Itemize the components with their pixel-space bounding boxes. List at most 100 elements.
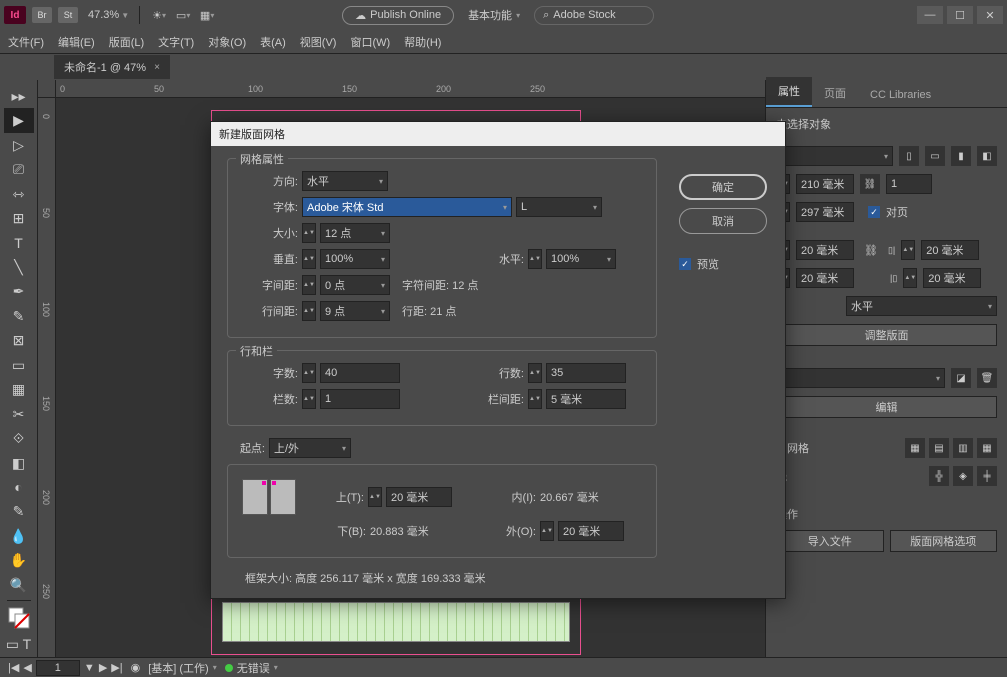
lines-field[interactable]: 35 — [546, 363, 626, 383]
formatting-container-icon[interactable]: ▭ T — [4, 633, 34, 657]
vertical-ruler[interactable]: 0 50 100 150 200 250 — [38, 98, 56, 657]
horz-spinner[interactable]: ▲▼ — [528, 249, 542, 269]
menu-type[interactable]: 文字(T) — [158, 34, 194, 50]
menu-edit[interactable]: 编辑(E) — [58, 34, 95, 50]
publish-online-button[interactable]: ☁Publish Online — [342, 6, 454, 25]
margin-outside-field[interactable]: 20 毫米 — [923, 268, 981, 288]
free-transform-tool[interactable]: ⟐ — [4, 426, 34, 450]
rectangle-frame-tool[interactable]: ⊠ — [4, 329, 34, 353]
close-tab-icon[interactable]: × — [154, 62, 160, 73]
direction-combo[interactable]: 水平▾ — [302, 171, 388, 191]
link-margins-icon[interactable]: ⛓ — [864, 244, 878, 257]
preflight-status[interactable]: 无错误▾ — [225, 660, 278, 676]
close-button[interactable]: ✕ — [977, 6, 1003, 24]
vert-spinner[interactable]: ▲▼ — [302, 249, 316, 269]
tab-pages[interactable]: 页面 — [812, 79, 858, 107]
page-icon-a[interactable]: ▮ — [951, 146, 971, 166]
grid-tool[interactable]: ▦ — [4, 377, 34, 401]
leading-combo[interactable]: 9 点▾ — [320, 301, 390, 321]
orientation-portrait-icon[interactable]: ▯ — [899, 146, 919, 166]
hand-tool[interactable]: ✋ — [4, 549, 34, 573]
menu-help[interactable]: 帮助(H) — [404, 34, 441, 50]
guide-icon-3[interactable]: ╪ — [977, 466, 997, 486]
type-tool[interactable]: T — [4, 231, 34, 255]
tab-properties[interactable]: 属性 — [766, 77, 812, 107]
object-style-combo[interactable]: ▾ — [776, 368, 945, 388]
top-spinner[interactable]: ▲▼ — [368, 487, 382, 507]
note-tool[interactable]: ✎ — [4, 500, 34, 524]
delete-style-icon[interactable]: 🗑 — [977, 368, 997, 388]
stock-search-input[interactable]: ⌕Adobe Stock — [534, 6, 654, 25]
font-weight-combo[interactable]: L▾ — [516, 197, 602, 217]
outside-field[interactable]: 20 毫米 — [558, 521, 624, 541]
font-family-combo[interactable]: Adobe 宋体 Std▾ — [302, 197, 512, 217]
content-collector-tool[interactable]: ⊞ — [4, 206, 34, 230]
fill-stroke-swatch[interactable] — [4, 602, 34, 632]
gutter-spinner[interactable]: ▲▼ — [528, 389, 542, 409]
direct-selection-tool[interactable]: ▷ — [4, 133, 34, 157]
maximize-button[interactable]: ☐ — [947, 6, 973, 24]
margin-top-field[interactable]: 20 毫米 — [796, 240, 854, 260]
menu-window[interactable]: 窗口(W) — [350, 34, 390, 50]
rectangle-tool[interactable]: ▭ — [4, 353, 34, 377]
menu-view[interactable]: 视图(V) — [300, 34, 337, 50]
gradient-feather-tool[interactable]: ◐ — [4, 475, 34, 499]
guide-icon-2[interactable]: ◈ — [953, 466, 973, 486]
grid-icon-2[interactable]: ▤ — [929, 438, 949, 458]
document-tab[interactable]: 未命名-1 @ 47%× — [54, 55, 170, 79]
menu-object[interactable]: 对象(O) — [208, 34, 246, 50]
line-tool[interactable]: ╲ — [4, 255, 34, 279]
orientation-landscape-icon[interactable]: ▭ — [925, 146, 945, 166]
margin-spinner-4[interactable]: ▲▼ — [903, 268, 917, 288]
expand-tools-icon[interactable]: ▸▸ — [4, 84, 34, 108]
gutter-field[interactable]: 5 毫米 — [546, 389, 626, 409]
direction-combo[interactable]: 水平▾ — [846, 296, 997, 316]
lines-spinner[interactable]: ▲▼ — [528, 363, 542, 383]
menu-layout[interactable]: 版面(L) — [109, 34, 144, 50]
new-style-icon[interactable]: ◪ — [951, 368, 971, 388]
minimize-button[interactable]: — — [917, 6, 943, 24]
vertical-scale-combo[interactable]: 100%▾ — [320, 249, 390, 269]
ok-button[interactable]: 确定 — [679, 174, 767, 200]
zoom-combo[interactable]: 47.3%▼ — [88, 9, 129, 21]
page-icon-b[interactable]: ◧ — [977, 146, 997, 166]
chars-field[interactable]: 40 — [320, 363, 400, 383]
arrange-icon[interactable]: ▦▾ — [198, 6, 216, 24]
grid-icon-1[interactable]: ▦ — [905, 438, 925, 458]
import-file-button[interactable]: 导入文件 — [776, 530, 884, 552]
bridge-icon[interactable]: Br — [32, 7, 52, 23]
lead-spinner[interactable]: ▲▼ — [302, 301, 316, 321]
menu-file[interactable]: 文件(F) — [8, 34, 44, 50]
guide-icon-1[interactable]: ╬ — [929, 466, 949, 486]
view-options-icon[interactable]: ☀▾ — [150, 6, 168, 24]
cols-spinner[interactable]: ▲▼ — [302, 389, 316, 409]
pencil-tool[interactable]: ✎ — [4, 304, 34, 328]
link-icon[interactable]: ⛓ — [860, 174, 880, 194]
page-tool[interactable]: ⎚ — [4, 157, 34, 181]
gap-tool[interactable]: ⇿ — [4, 182, 34, 206]
stock-icon[interactable]: St — [58, 7, 78, 23]
outside-spinner[interactable]: ▲▼ — [540, 521, 554, 541]
margin-bottom-field[interactable]: 20 毫米 — [796, 268, 854, 288]
origin-combo[interactable]: 上/外▾ — [269, 438, 351, 458]
adjust-layout-button[interactable]: 调整版面 — [776, 324, 997, 346]
zoom-tool[interactable]: 🔍 — [4, 573, 34, 597]
horizontal-ruler[interactable]: 0 50 100 150 200 250 — [56, 80, 765, 98]
track-spinner[interactable]: ▲▼ — [302, 275, 316, 295]
page-navigator[interactable]: |◀◀1▼▶▶| — [8, 660, 123, 676]
facing-pages-checkbox[interactable]: ✓对页 — [868, 204, 908, 220]
grid-icon-4[interactable]: ▦ — [977, 438, 997, 458]
cancel-button[interactable]: 取消 — [679, 208, 767, 234]
edit-button[interactable]: 编辑 — [776, 396, 997, 418]
screen-mode-icon[interactable]: ▭▾ — [174, 6, 192, 24]
spread-icon[interactable]: ◉ — [131, 661, 141, 674]
size-combo[interactable]: 12 点▾ — [320, 223, 390, 243]
menu-table[interactable]: 表(A) — [260, 34, 286, 50]
grid-icon-3[interactable]: ▥ — [953, 438, 973, 458]
gradient-swatch-tool[interactable]: ◧ — [4, 451, 34, 475]
layout-grid-options-button[interactable]: 版面网格选项 — [890, 530, 998, 552]
workspace-switcher[interactable]: 基本功能▾ — [468, 7, 520, 23]
ruler-origin[interactable] — [38, 80, 56, 98]
pen-tool[interactable]: ✒ — [4, 280, 34, 304]
cols-field[interactable]: 1 — [320, 389, 400, 409]
